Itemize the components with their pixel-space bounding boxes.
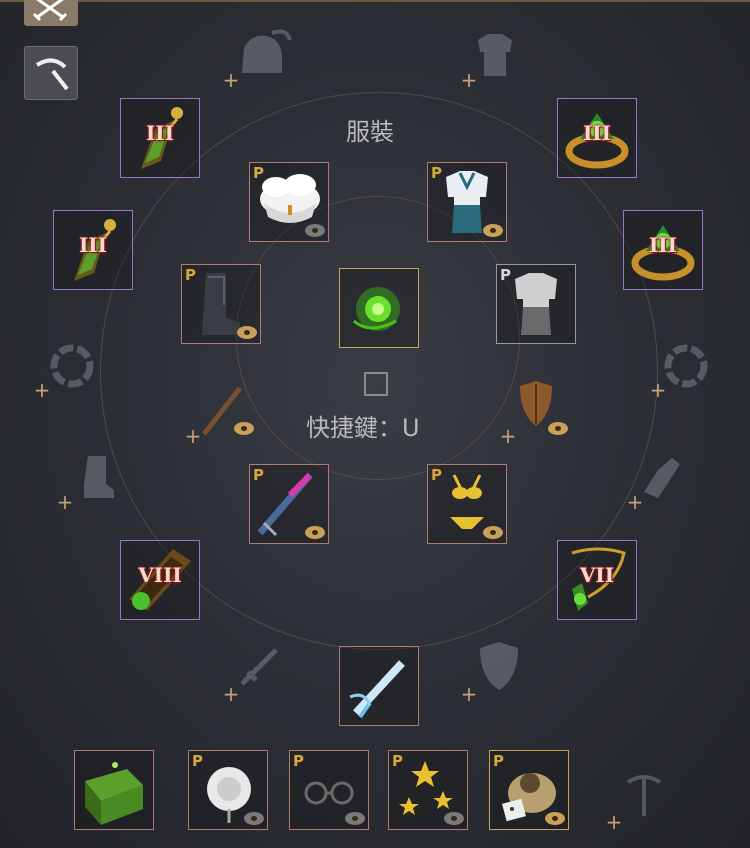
premium-badge: P <box>431 466 442 484</box>
plus-marker: + <box>184 424 202 448</box>
shortcut-checkbox[interactable] <box>364 372 388 396</box>
premium-badge: P <box>185 266 196 284</box>
plus-marker: + <box>33 378 51 402</box>
costume-underwear-slot[interactable]: P <box>427 464 507 544</box>
eyewear-slot[interactable]: P <box>289 750 369 830</box>
earring-slot-silhouette-left-icon <box>50 344 94 388</box>
ring-slot-right[interactable]: III <box>557 98 637 178</box>
sub-weapon-shield-icon <box>520 381 552 426</box>
costume-weapon-slot[interactable]: P <box>249 464 329 544</box>
necklace-slot[interactable]: VII <box>557 540 637 620</box>
lantern-slot[interactable]: P <box>188 750 268 830</box>
gathering-tool-button[interactable] <box>24 46 78 100</box>
equipment-panel: 服裝 快捷鍵：U + + + + + + + + + + + III III I… <box>0 0 750 848</box>
premium-badge: P <box>192 752 203 770</box>
plus-marker: + <box>222 68 240 92</box>
earring-slot-left-2[interactable]: III <box>53 210 133 290</box>
costume-outfit-alt-slot[interactable]: P <box>496 264 576 344</box>
premium-badge: P <box>392 752 403 770</box>
tier-badge: III <box>582 121 612 145</box>
tier-badge: VIII <box>138 563 182 587</box>
green-orb-icon <box>353 287 400 331</box>
sword-silhouette-icon <box>240 648 278 686</box>
visibility-toggle[interactable] <box>237 326 257 339</box>
tier-badge: VII <box>579 563 615 587</box>
helmet-silhouette-icon <box>242 29 292 73</box>
sickle-icon <box>35 58 69 91</box>
plus-marker: + <box>626 490 644 514</box>
premium-badge: P <box>253 466 264 484</box>
visibility-toggle[interactable] <box>345 812 365 825</box>
sub-weapon-visibility-toggle[interactable] <box>548 422 568 435</box>
tier-badge: III <box>145 121 175 145</box>
awakening-visibility-toggle[interactable] <box>234 422 254 435</box>
earring-slot-left[interactable]: III <box>120 98 200 178</box>
costume-awakening-slot[interactable] <box>339 646 419 726</box>
premium-badge: P <box>253 164 264 182</box>
crossed-swords-icon <box>32 0 68 22</box>
costume-center-slot[interactable] <box>339 268 419 348</box>
visibility-toggle[interactable] <box>305 224 325 237</box>
plus-marker: + <box>460 682 478 706</box>
premium-badge: P <box>500 266 511 284</box>
tier-badge: III <box>648 233 678 257</box>
premium-badge: P <box>293 752 304 770</box>
book-slot[interactable] <box>74 750 154 830</box>
costume-shoes-slot[interactable]: P <box>181 264 261 344</box>
pickaxe-silhouette-icon <box>626 775 662 816</box>
plus-marker: + <box>56 490 74 514</box>
plus-marker: + <box>499 424 517 448</box>
costume-outfit-slot[interactable]: P <box>427 162 507 242</box>
visibility-toggle[interactable] <box>483 224 503 237</box>
visibility-toggle[interactable] <box>305 526 325 539</box>
boots-silhouette-icon <box>84 456 114 498</box>
crossed-swords-button[interactable] <box>24 0 78 26</box>
earring-slot-silhouette-right-icon <box>664 344 708 388</box>
visibility-toggle[interactable] <box>444 812 464 825</box>
plus-marker: + <box>605 810 623 834</box>
shield-silhouette-icon <box>480 642 518 690</box>
plus-marker: + <box>222 682 240 706</box>
shortcut-label: 快捷鍵：U <box>306 414 420 442</box>
pet-slot[interactable]: P <box>489 750 569 830</box>
green-book-icon <box>85 762 143 825</box>
top-border <box>0 0 750 2</box>
ring-slot-right-2[interactable]: III <box>623 210 703 290</box>
ice-blade-icon <box>349 660 405 719</box>
tier-badge: III <box>78 233 108 257</box>
costume-title: 服裝 <box>346 118 394 146</box>
belt-slot[interactable]: VIII <box>120 540 200 620</box>
visibility-toggle[interactable] <box>545 812 565 825</box>
plus-marker: + <box>649 378 667 402</box>
costume-hat-slot[interactable]: P <box>249 162 329 242</box>
visibility-toggle[interactable] <box>483 526 503 539</box>
premium-badge: P <box>431 164 442 182</box>
effect-slot[interactable]: P <box>388 750 468 830</box>
premium-badge: P <box>493 752 504 770</box>
plus-marker: + <box>460 68 478 92</box>
visibility-toggle[interactable] <box>244 812 264 825</box>
